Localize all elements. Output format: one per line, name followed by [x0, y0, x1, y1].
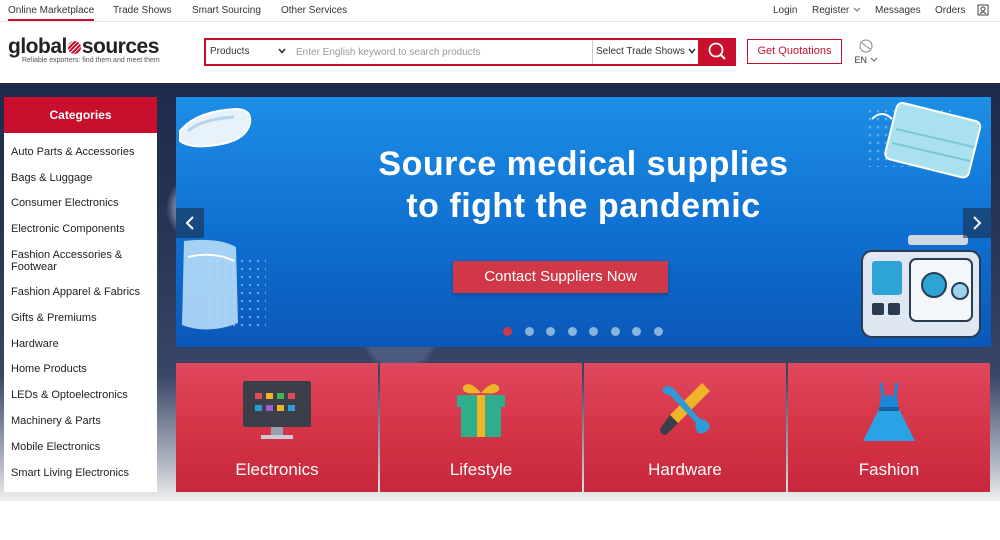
chevron-down-icon [278, 48, 286, 54]
account-icon[interactable] [977, 4, 989, 19]
tv-icon [243, 381, 311, 439]
chevron-down-icon [870, 57, 877, 62]
tile-lifestyle[interactable]: Lifestyle [380, 363, 582, 492]
dress-icon [863, 382, 915, 441]
medical-monitor-icon [861, 235, 981, 338]
chevron-left-icon [185, 216, 194, 230]
nav-smart-sourcing[interactable]: Smart Sourcing [192, 5, 261, 16]
face-shield-icon [182, 239, 238, 330]
banner-title-line1: Source medical supplies [378, 145, 789, 183]
site-header: global sources Reliable exporters: find t… [0, 23, 1000, 83]
logo-text-sources: sources [81, 35, 160, 58]
category-electronic-components[interactable]: Electronic Components [11, 223, 153, 235]
carousel-prev-button[interactable] [176, 208, 204, 238]
search-category-select[interactable]: Products [206, 40, 292, 64]
tile-fashion[interactable]: Fashion [788, 363, 990, 492]
carousel-dot[interactable] [632, 327, 641, 336]
carousel-dot[interactable] [654, 327, 663, 336]
tile-lifestyle-label: Lifestyle [449, 460, 513, 479]
language-label: EN [854, 55, 867, 65]
search-button[interactable] [698, 38, 736, 66]
category-machinery[interactable]: Machinery & Parts [11, 415, 153, 427]
chevron-down-icon [688, 48, 696, 54]
tile-hardware[interactable]: Hardware [584, 363, 786, 492]
carousel-dot[interactable] [546, 327, 555, 336]
top-navigation: Online Marketplace Trade Shows Smart Sou… [0, 0, 1000, 22]
gift-icon [457, 384, 505, 437]
category-bags-luggage[interactable]: Bags & Luggage [11, 172, 153, 184]
chevron-down-icon [853, 7, 861, 12]
hero-banner[interactable]: Source medical supplies to fight the pan… [176, 97, 991, 347]
categories-sidebar: Categories Auto Parts & Accessories Bags… [4, 97, 157, 492]
tile-electronics-label: Electronics [235, 460, 319, 479]
register-label: Register [812, 5, 850, 16]
nav-online-marketplace[interactable]: Online Marketplace [8, 5, 95, 21]
wrench-screwdriver-icon [660, 383, 710, 435]
tile-fashion-label: Fashion [858, 460, 920, 479]
logo-tagline: Reliable exporters: find them and meet t… [22, 57, 160, 64]
nav-other-services[interactable]: Other Services [281, 5, 347, 16]
get-quotations-button[interactable]: Get Quotations [747, 39, 842, 64]
nav-trade-shows[interactable]: Trade Shows [113, 5, 172, 16]
carousel-dot[interactable] [503, 327, 512, 336]
chevron-right-icon [973, 216, 982, 230]
search-icon [708, 42, 726, 60]
category-leds[interactable]: LEDs & Optoelectronics [11, 389, 153, 401]
carousel-dot[interactable] [611, 327, 620, 336]
search-category-label: Products [210, 46, 250, 57]
globe-icon [859, 39, 873, 53]
banner-title: Source medical supplies to fight the pan… [176, 143, 991, 227]
global-sources-logo[interactable]: global sources Reliable exporters: find t… [8, 35, 160, 65]
language-selector[interactable]: EN [853, 39, 879, 65]
trade-show-select-label: Select Trade Shows [596, 46, 685, 57]
search-bar: Products Select Trade Shows [204, 38, 736, 66]
banner-title-line2: to fight the pandemic [406, 187, 761, 225]
carousel-next-button[interactable] [963, 208, 991, 238]
category-fashion-accessories[interactable]: Fashion Accessories & Footwear [11, 249, 153, 273]
login-link[interactable]: Login [773, 5, 797, 16]
orders-link[interactable]: Orders [935, 5, 966, 16]
contact-suppliers-button[interactable]: Contact Suppliers Now [453, 261, 668, 293]
logo-mark-icon [67, 41, 81, 54]
carousel-dot[interactable] [589, 327, 598, 336]
category-fashion-apparel[interactable]: Fashion Apparel & Fabrics [11, 286, 153, 298]
categories-heading: Categories [4, 97, 157, 133]
trade-show-select[interactable]: Select Trade Shows [592, 40, 700, 64]
category-auto-parts[interactable]: Auto Parts & Accessories [11, 146, 153, 158]
logo-text-global: global [8, 35, 67, 58]
carousel-dot[interactable] [525, 327, 534, 336]
tile-hardware-label: Hardware [648, 460, 722, 479]
category-smart-living[interactable]: Smart Living Electronics [11, 467, 153, 479]
category-home-products[interactable]: Home Products [11, 363, 153, 375]
category-consumer-electronics[interactable]: Consumer Electronics [11, 197, 153, 209]
category-hardware[interactable]: Hardware [11, 338, 153, 350]
register-link[interactable]: Register [812, 5, 861, 16]
category-gifts-premiums[interactable]: Gifts & Premiums [11, 312, 153, 324]
search-input[interactable] [292, 40, 592, 64]
messages-link[interactable]: Messages [875, 5, 921, 16]
carousel-dot[interactable] [568, 327, 577, 336]
tile-electronics[interactable]: Electronics [176, 363, 378, 492]
category-mobile-electronics[interactable]: Mobile Electronics [11, 441, 153, 453]
